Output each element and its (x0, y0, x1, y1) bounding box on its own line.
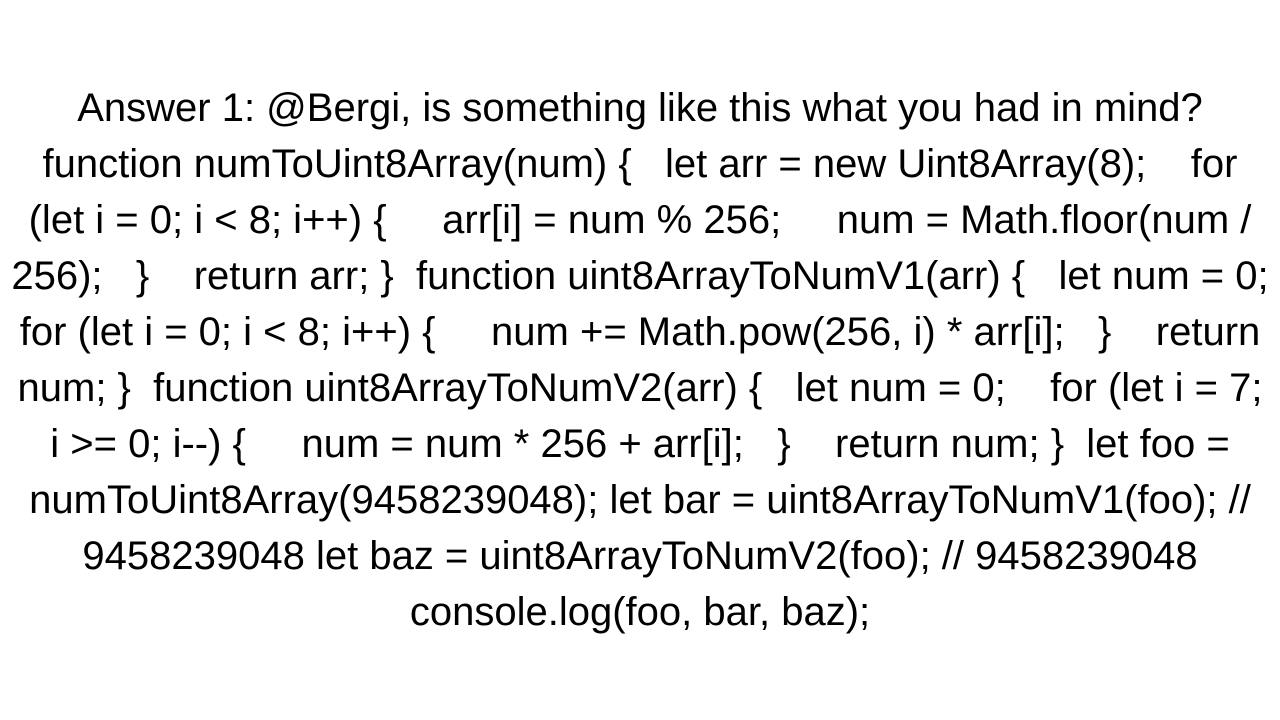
answer-text-block: Answer 1: @Bergi, is something like this… (0, 80, 1280, 640)
answer-prefix: Answer 1: (77, 86, 266, 130)
answer-body: @Bergi, is something like this what you … (11, 86, 1280, 634)
